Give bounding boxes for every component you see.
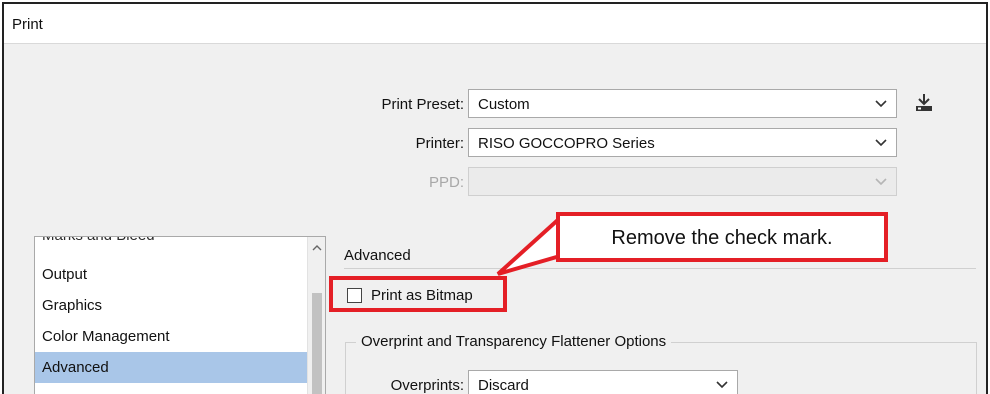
printer-label: Printer: — [415, 135, 464, 152]
chevron-up-icon[interactable] — [311, 243, 323, 253]
save-preset-icon[interactable] — [913, 92, 935, 114]
chevron-down-icon — [875, 178, 887, 186]
print-preset-label: Print Preset: — [381, 96, 464, 113]
category-list: Marks and Bleed Output Graphics Color Ma… — [34, 236, 326, 394]
chevron-down-icon — [716, 381, 728, 389]
print-dialog: Print Print Preset: Custom Printer: RISO… — [2, 2, 988, 394]
list-scrollbar[interactable] — [307, 237, 325, 394]
print-preset-value: Custom — [478, 96, 530, 113]
overprints-label: Overprints: — [390, 377, 464, 394]
list-item-output[interactable]: Output — [35, 259, 307, 290]
overprints-value: Discard — [478, 377, 529, 394]
chevron-down-icon — [875, 100, 887, 108]
printer-select[interactable]: RISO GOCCOPRO Series — [468, 128, 897, 157]
group-title: Overprint and Transparency Flattener Opt… — [356, 333, 672, 350]
scrollbar-thumb[interactable] — [312, 293, 322, 394]
list-item-label: Marks and Bleed — [42, 237, 155, 244]
printer-value: RISO GOCCOPRO Series — [478, 135, 655, 152]
chevron-down-icon — [875, 139, 887, 147]
list-item-graphics[interactable]: Graphics — [35, 290, 307, 321]
print-preset-select[interactable]: Custom — [468, 89, 897, 118]
ppd-label: PPD: — [428, 174, 464, 191]
ppd-select — [468, 167, 897, 196]
annotation-callout: Remove the check mark. — [556, 212, 888, 262]
title-bar: Print — [4, 4, 986, 44]
highlight-box — [329, 276, 507, 312]
window-title: Print — [12, 16, 43, 33]
list-item-label: Graphics — [42, 297, 103, 314]
list-item-label: Color Management — [42, 328, 170, 345]
list-item-advanced[interactable]: Advanced — [35, 352, 307, 383]
list-item-label: Output — [42, 266, 88, 283]
list-item-label: Advanced — [42, 359, 109, 376]
advanced-section-title: Advanced — [344, 247, 411, 264]
overprints-select[interactable]: Discard — [468, 370, 738, 394]
list-item-color-management[interactable]: Color Management — [35, 321, 307, 352]
annotation-text: Remove the check mark. — [611, 227, 833, 249]
section-divider — [344, 268, 976, 269]
